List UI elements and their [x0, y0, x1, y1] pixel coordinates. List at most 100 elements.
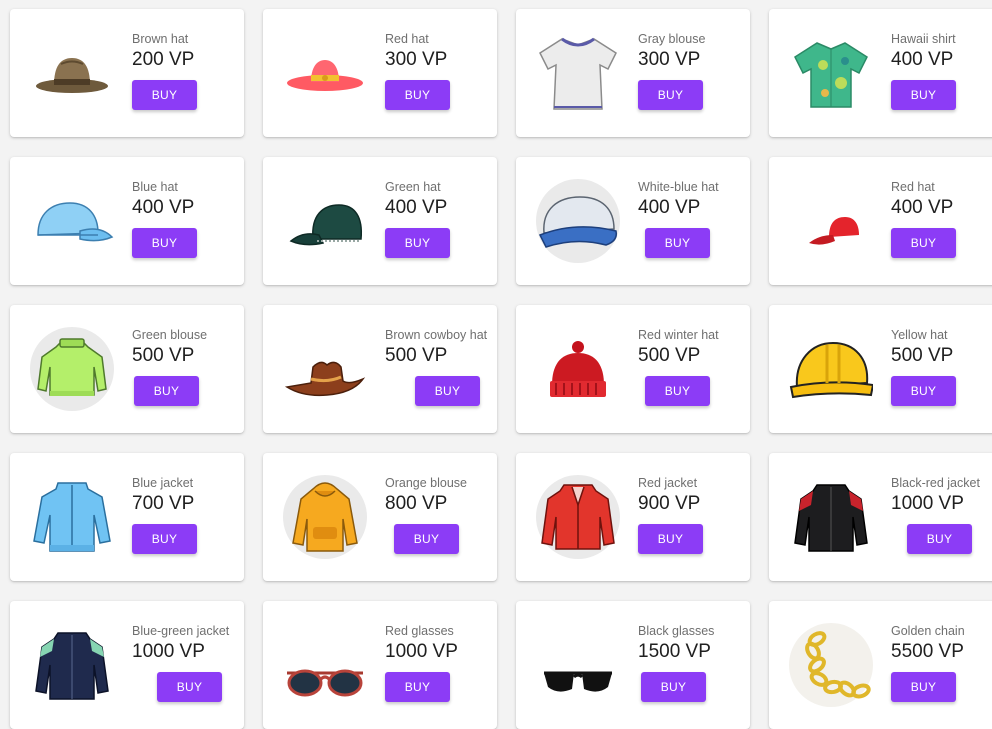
- buy-button[interactable]: BUY: [132, 228, 197, 258]
- buy-button[interactable]: BUY: [638, 80, 703, 110]
- product-name: Orange blouse: [385, 476, 468, 490]
- product-card: Red hat 400 VP BUY: [769, 157, 992, 285]
- buy-button[interactable]: BUY: [891, 228, 956, 258]
- product-name: Blue hat: [132, 180, 178, 194]
- cowboy-hat-icon: [283, 327, 367, 411]
- product-name: Green blouse: [132, 328, 208, 342]
- red-glasses-icon: [283, 623, 367, 707]
- product-price: 400 VP: [891, 197, 954, 218]
- product-price: 800 VP: [385, 493, 448, 514]
- buy-button[interactable]: BUY: [134, 376, 199, 406]
- product-card: Blue hat 400 VP BUY: [10, 157, 244, 285]
- product-name: Hawaii shirt: [891, 32, 956, 46]
- product-name: Gray blouse: [638, 32, 706, 46]
- buy-button[interactable]: BUY: [645, 228, 710, 258]
- product-card: Red hat 300 VP BUY: [263, 9, 497, 137]
- green-sweater-icon: [30, 327, 114, 411]
- product-card: White-blue hat 400 VP BUY: [516, 157, 750, 285]
- product-card: Brown hat 200 VP BUY: [10, 9, 244, 137]
- product-price: 500 VP: [132, 345, 195, 366]
- buy-button[interactable]: BUY: [641, 672, 706, 702]
- buy-button[interactable]: BUY: [891, 376, 956, 406]
- red-sun-hat-icon: [283, 31, 367, 115]
- orange-hoodie-icon: [283, 475, 367, 559]
- buy-button[interactable]: BUY: [907, 524, 972, 554]
- product-name: Yellow hat: [891, 328, 948, 342]
- hard-hat-icon: [789, 327, 873, 411]
- product-price: 1000 VP: [132, 641, 205, 662]
- product-price: 400 VP: [891, 49, 954, 70]
- product-card: Golden chain 5500 VP BUY: [769, 601, 992, 729]
- buy-button[interactable]: BUY: [415, 376, 480, 406]
- red-cap-icon: [789, 179, 873, 263]
- product-name: Red winter hat: [638, 328, 719, 342]
- red-jacket-icon: [536, 475, 620, 559]
- product-name: Black glasses: [638, 624, 715, 638]
- brown-hat-icon: [30, 31, 114, 115]
- product-name: Blue jacket: [132, 476, 194, 490]
- product-card: Red winter hat 500 VP BUY: [516, 305, 750, 433]
- product-card: Red jacket 900 VP BUY: [516, 453, 750, 581]
- product-price: 1000 VP: [891, 493, 964, 514]
- product-name: Blue-green jacket: [132, 624, 230, 638]
- buy-button[interactable]: BUY: [385, 228, 450, 258]
- white-blue-cap-icon: [536, 179, 620, 263]
- buy-button[interactable]: BUY: [157, 672, 222, 702]
- product-name: Black-red jacket: [891, 476, 980, 490]
- buy-button[interactable]: BUY: [132, 524, 197, 554]
- blue-cap-icon: [30, 179, 114, 263]
- product-price: 500 VP: [638, 345, 701, 366]
- buy-button[interactable]: BUY: [385, 80, 450, 110]
- product-price: 1000 VP: [385, 641, 458, 662]
- blue-jacket-icon: [30, 475, 114, 559]
- buy-button[interactable]: BUY: [638, 524, 703, 554]
- buy-button[interactable]: BUY: [645, 376, 710, 406]
- product-name: Red hat: [385, 32, 429, 46]
- product-price: 500 VP: [385, 345, 448, 366]
- product-price: 1500 VP: [638, 641, 711, 662]
- product-card: Black-red jacket 1000 VP BUY: [769, 453, 992, 581]
- buy-button[interactable]: BUY: [891, 672, 956, 702]
- blue-green-jacket-icon: [30, 623, 114, 707]
- product-name: Brown hat: [132, 32, 189, 46]
- black-red-jacket-icon: [789, 475, 873, 559]
- product-card: Black glasses 1500 VP BUY: [516, 601, 750, 729]
- product-card: Hawaii shirt 400 VP BUY: [769, 9, 992, 137]
- product-name: Red jacket: [638, 476, 698, 490]
- winter-hat-icon: [536, 327, 620, 411]
- product-price: 5500 VP: [891, 641, 964, 662]
- product-card: Blue jacket 700 VP BUY: [10, 453, 244, 581]
- product-price: 400 VP: [132, 197, 195, 218]
- black-glasses-icon: [536, 623, 620, 707]
- buy-button[interactable]: BUY: [394, 524, 459, 554]
- product-name: Golden chain: [891, 624, 965, 638]
- product-card: Orange blouse 800 VP BUY: [263, 453, 497, 581]
- product-card: Green hat 400 VP BUY: [263, 157, 497, 285]
- product-price: 700 VP: [132, 493, 195, 514]
- buy-button[interactable]: BUY: [385, 672, 450, 702]
- product-price: 500 VP: [891, 345, 954, 366]
- buy-button[interactable]: BUY: [132, 80, 197, 110]
- product-price: 200 VP: [132, 49, 195, 70]
- product-name: Green hat: [385, 180, 441, 194]
- product-name: Red hat: [891, 180, 935, 194]
- product-price: 300 VP: [638, 49, 701, 70]
- product-card: Red glasses 1000 VP BUY: [263, 601, 497, 729]
- product-name: White-blue hat: [638, 180, 719, 194]
- product-card: Yellow hat 500 VP BUY: [769, 305, 992, 433]
- buy-button[interactable]: BUY: [891, 80, 956, 110]
- product-price: 300 VP: [385, 49, 448, 70]
- product-price: 900 VP: [638, 493, 701, 514]
- product-name: Red glasses: [385, 624, 454, 638]
- green-cap-icon: [283, 179, 367, 263]
- gold-chain-icon: [789, 623, 873, 707]
- product-card: Gray blouse 300 VP BUY: [516, 9, 750, 137]
- product-card: Green blouse 500 VP BUY: [10, 305, 244, 433]
- gray-blouse-icon: [536, 31, 620, 115]
- shop-grid: Brown hat 200 VP BUY Red hat 300 VP BUY …: [0, 0, 992, 729]
- product-card: Blue-green jacket 1000 VP BUY: [10, 601, 244, 729]
- product-price: 400 VP: [638, 197, 701, 218]
- hawaii-shirt-icon: [789, 31, 873, 115]
- product-card: Brown cowboy hat 500 VP BUY: [263, 305, 497, 433]
- product-name: Brown cowboy hat: [385, 328, 488, 342]
